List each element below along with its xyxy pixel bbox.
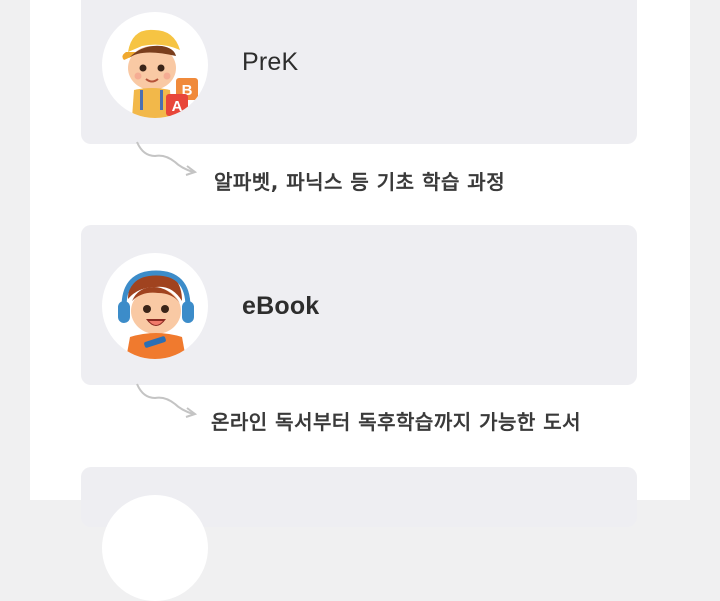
avatar-icon xyxy=(102,495,208,601)
avatar: B A xyxy=(102,12,208,118)
course-card[interactable] xyxy=(81,467,637,601)
course-list-page: B A PreK 알파벳, 파닉스 등 기초 학습 과정 eBook 온라인 독… xyxy=(30,0,690,601)
connector-arrow-icon xyxy=(136,383,198,418)
course-title: PreK xyxy=(242,48,299,76)
course-description: 알파벳, 파닉스 등 기초 학습 과정 xyxy=(214,170,506,194)
svg-text:A: A xyxy=(172,98,183,115)
connector-arrow-icon xyxy=(136,141,198,176)
course-card-prek[interactable]: B A PreK xyxy=(81,0,637,144)
course-description: 온라인 독서부터 독후학습까지 가능한 도서 xyxy=(211,410,582,434)
course-card-ebook[interactable]: eBook xyxy=(81,225,637,385)
course-title: eBook xyxy=(242,292,320,320)
boy-with-abc-blocks-icon: B A xyxy=(122,29,198,118)
boy-with-headphones-icon xyxy=(118,270,194,359)
avatar xyxy=(102,253,208,359)
